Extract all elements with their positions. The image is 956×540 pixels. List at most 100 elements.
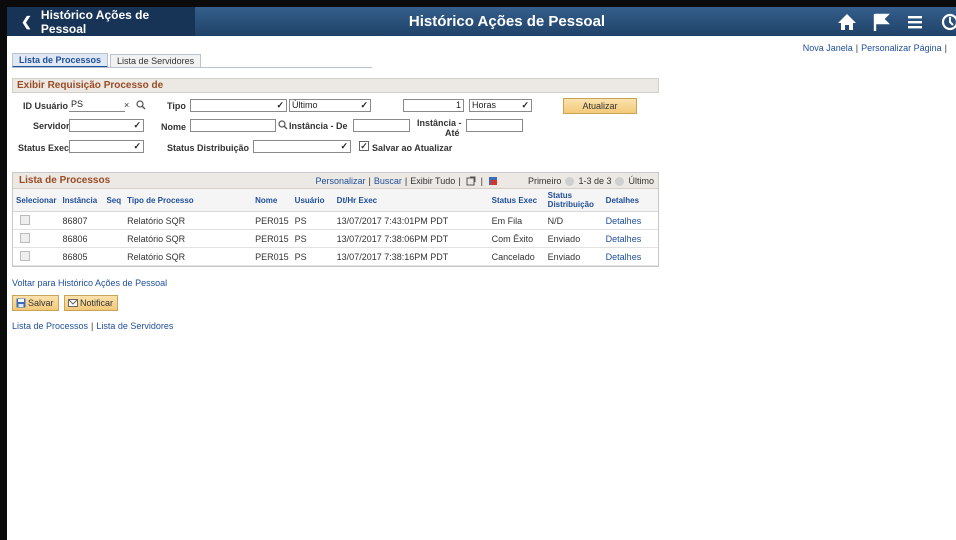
process-type-cell: Relatório SQR [124, 211, 253, 230]
column-header-name: Nome [252, 189, 292, 212]
period-select-value: Último [292, 100, 318, 110]
status-dist-cell: N/D [544, 211, 603, 230]
back-button-label: Histórico Ações de Pessoal [40, 7, 150, 36]
column-header-run-datetime: Dt/Hr Exec [333, 189, 489, 212]
row-select-cell [13, 211, 60, 230]
separator: | [91, 321, 94, 331]
table-row: 86807 Relatório SQR PER015 PS 13/07/2017… [13, 211, 658, 230]
grid-first-label: Primeiro [527, 176, 562, 186]
details-link[interactable]: Detalhes [606, 216, 642, 226]
grid-last-label: Último [628, 176, 654, 186]
instance-cell: 86806 [59, 229, 104, 248]
notify-icon [68, 299, 78, 307]
tab-process-list[interactable]: Lista de Processos [12, 53, 109, 68]
row-select-checkbox[interactable] [20, 250, 30, 261]
grid-show-all-link[interactable]: Exibir Tudo [410, 176, 455, 186]
download-icon[interactable] [488, 176, 498, 186]
home-icon[interactable] [837, 12, 857, 32]
column-header-select: Selecionar [13, 189, 60, 212]
server-list-link[interactable]: Lista de Servidores [96, 321, 173, 331]
chevron-down-icon: ✓ [133, 141, 141, 151]
save-on-refresh-label: Salvar ao Atualizar [372, 143, 453, 153]
process-type-cell: Relatório SQR [124, 229, 253, 248]
seq-cell [103, 247, 125, 266]
period-select[interactable]: Último ✓ [289, 99, 371, 112]
instance-to-label: Instância - [417, 118, 462, 128]
personalize-page-link[interactable]: Personalizar Página [861, 43, 942, 53]
back-to-history-link[interactable]: Voltar para Histórico Ações de Pessoal [12, 278, 167, 288]
grid-header: Lista de Processos Personalizar | Buscar… [13, 173, 658, 189]
filter-section-title: Exibir Requisição Processo de [12, 78, 659, 93]
status-dist-select[interactable]: ✓ [253, 140, 351, 153]
page-links: Nova Janela | Personalizar Página | [803, 43, 950, 53]
column-header-user: Usuário [291, 189, 334, 212]
grid-navigation: Personalizar | Buscar | Exibir Tudo | | … [315, 176, 654, 186]
next-page-icon[interactable] [615, 176, 625, 186]
search-icon[interactable] [136, 100, 146, 110]
type-select[interactable]: ✓ [190, 99, 287, 112]
name-cell: PER015 [252, 247, 292, 266]
seq-cell [103, 229, 125, 248]
column-header-instance: Instância [59, 189, 104, 212]
process-list-link[interactable]: Lista de Processos [12, 321, 88, 331]
clear-icon[interactable]: × [124, 100, 129, 110]
column-header-seq: Seq [103, 189, 125, 212]
user-cell: PS [291, 211, 334, 230]
chevron-down-icon: ✓ [276, 100, 284, 110]
status-exec-select[interactable]: ✓ [69, 140, 144, 153]
notify-button[interactable]: Notificar [64, 295, 119, 311]
tab-bar: Lista de Processos Lista de Servidores [12, 53, 203, 68]
menu-icon[interactable] [905, 12, 925, 32]
save-button[interactable]: Salvar [12, 295, 59, 311]
table-row: 86805 Relatório SQR PER015 PS 13/07/2017… [13, 247, 658, 266]
server-label: Servidor [33, 121, 70, 131]
period-amount-input[interactable]: 1 [403, 99, 464, 112]
period-unit-value: Horas [472, 100, 497, 110]
save-on-refresh-checkbox[interactable]: ✓ [359, 141, 369, 151]
chevron-down-icon: ✓ [521, 100, 529, 110]
grid-search-link[interactable]: Buscar [374, 176, 402, 186]
instance-from-input[interactable] [353, 119, 410, 132]
instance-from-label: Instância - De [289, 121, 348, 131]
details-cell: Detalhes [602, 211, 658, 230]
user-cell: PS [291, 247, 334, 266]
status-exec-label: Status Exec [18, 143, 70, 153]
zoom-icon[interactable] [466, 176, 476, 186]
refresh-button[interactable]: Atualizar [563, 98, 637, 114]
previous-page-icon[interactable] [565, 176, 575, 186]
details-link[interactable]: Detalhes [606, 252, 642, 262]
details-link[interactable]: Detalhes [606, 234, 642, 244]
row-select-cell [13, 229, 60, 248]
chevron-down-icon: ✓ [340, 141, 348, 151]
name-input[interactable] [190, 119, 276, 132]
grid-title: Lista de Processos [19, 175, 111, 186]
run-datetime-cell: 13/07/2017 7:38:16PM PDT [333, 247, 489, 266]
flag-icon[interactable] [871, 12, 891, 32]
details-cell: Detalhes [602, 247, 658, 266]
tab-server-list[interactable]: Lista de Servidores [110, 54, 202, 68]
search-icon[interactable] [278, 120, 288, 130]
table-row: 86806 Relatório SQR PER015 PS 13/07/2017… [13, 229, 658, 248]
bottom-tab-links: Lista de Processos | Lista de Servidores [12, 321, 173, 331]
instance-to-label-suffix: Até [445, 128, 460, 138]
user-id-input[interactable]: PS [69, 99, 125, 112]
grid-personalize-link[interactable]: Personalizar [315, 176, 365, 186]
back-button[interactable]: ❮ Histórico Ações de Pessoal [7, 7, 195, 36]
separator: | [368, 176, 371, 186]
user-id-label: ID Usuário [23, 101, 69, 111]
instance-cell: 86807 [59, 211, 104, 230]
row-select-checkbox[interactable] [20, 214, 30, 225]
server-select[interactable]: ✓ [69, 119, 144, 132]
new-window-link[interactable]: Nova Janela [803, 43, 853, 53]
seq-cell [103, 211, 125, 230]
instance-to-input[interactable] [466, 119, 523, 132]
app-header: ❮ Histórico Ações de Pessoal Histórico A… [7, 7, 956, 36]
navbar-icon[interactable] [940, 12, 956, 32]
period-unit-select[interactable]: Horas ✓ [469, 99, 532, 112]
process-table: Selecionar Instância Seq Tipo de Process… [13, 189, 658, 266]
page-title: Histórico Ações de Pessoal [408, 13, 606, 30]
instance-cell: 86805 [59, 247, 104, 266]
chevron-left-icon: ❮ [21, 13, 32, 29]
row-select-checkbox[interactable] [20, 232, 30, 243]
chevron-down-icon: ✓ [133, 120, 141, 130]
